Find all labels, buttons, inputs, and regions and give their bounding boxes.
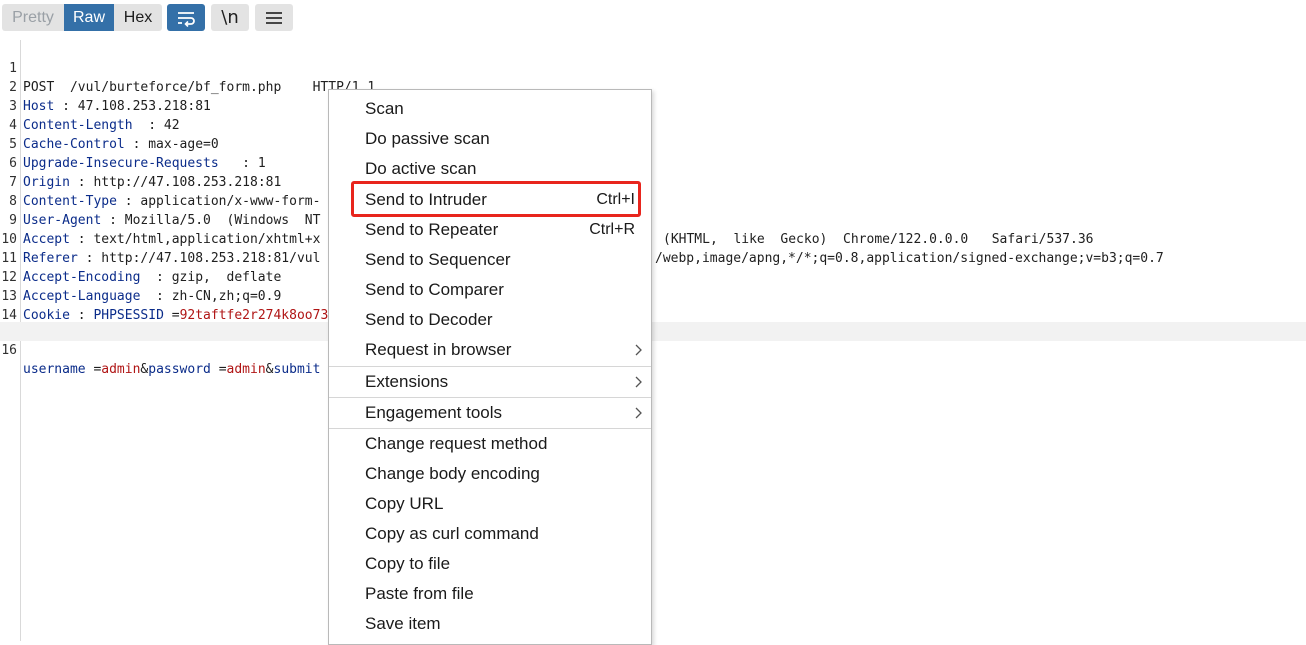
header-line-upgrade-insecure-requests: 5 Upgrade-Insecure-Requests : 1 bbox=[0, 116, 1306, 171]
body-param-name: username bbox=[23, 362, 86, 377]
menu-item-send-to-intruder[interactable]: Send to Intruder Ctrl+I bbox=[329, 185, 651, 215]
pretty-view-button[interactable]: Pretty bbox=[2, 4, 64, 31]
hex-view-button[interactable]: Hex bbox=[114, 4, 162, 31]
menu-item-label: Send to Intruder bbox=[365, 190, 487, 209]
menu-item-send-to-repeater[interactable]: Send to Repeater Ctrl+R bbox=[329, 215, 651, 245]
line-number: 16 bbox=[1, 343, 17, 358]
menu-item-label: Send to Repeater bbox=[365, 220, 499, 239]
menu-item-label: Send to Decoder bbox=[365, 310, 493, 329]
body-ampersand: & bbox=[265, 362, 274, 377]
menu-item-send-to-decoder[interactable]: Send to Decoder bbox=[329, 305, 651, 335]
header-line-host: 2 Host : 47.108.253.218:81 bbox=[0, 59, 1306, 114]
header-line-cache-control: 4 Cache-Control : max-age=0 bbox=[0, 97, 1306, 152]
hamburger-icon bbox=[266, 11, 282, 24]
menu-item-scan[interactable]: Scan bbox=[329, 94, 651, 124]
word-wrap-icon bbox=[178, 11, 195, 27]
header-line-origin: 6 Origin : http://47.108.253.218:81 bbox=[0, 135, 1306, 190]
menu-item-copy-as-curl-command[interactable]: Copy as curl command bbox=[329, 519, 651, 549]
chevron-right-icon bbox=[635, 376, 642, 388]
request-line: 1 POST /vul/burteforce/bf_form.php HTTP/… bbox=[0, 40, 1306, 95]
word-wrap-button[interactable] bbox=[167, 4, 205, 31]
body-param-name: password bbox=[148, 362, 211, 377]
menu-item-shortcut: Ctrl+R bbox=[589, 221, 635, 238]
menu-item-request-in-browser[interactable]: Request in browser bbox=[329, 335, 651, 365]
menu-item-copy-to-file[interactable]: Copy to file bbox=[329, 549, 651, 579]
menu-item-label: Change body encoding bbox=[365, 464, 540, 483]
body-param-name: submit bbox=[273, 362, 321, 377]
request-body-line: 16 username =admin&password =admin&submi… bbox=[0, 322, 1306, 377]
body-param-value: admin bbox=[226, 362, 266, 377]
chevron-right-icon bbox=[635, 407, 642, 419]
menu-item-paste-from-file[interactable]: Paste from file bbox=[329, 579, 651, 609]
header-line-content-type: 7 Content-Type : application/x-www-form- bbox=[0, 154, 1306, 209]
header-line-cookie: 13 Cookie : PHPSESSID =92taftfe2r274k8oo… bbox=[0, 268, 1306, 323]
menu-item-label: Do passive scan bbox=[365, 129, 490, 148]
view-mode-toggle: Pretty Raw Hex bbox=[2, 4, 162, 31]
header-line-accept-language: 12 Accept-Language : zh-CN,zh;q=0.9 bbox=[0, 249, 1306, 304]
menu-item-label: Send to Sequencer bbox=[365, 250, 511, 269]
header-line-user-agent: 8 User-Agent : Mozilla/5.0 (Windows NT (… bbox=[0, 173, 1306, 247]
menu-item-label: Scan bbox=[365, 99, 404, 118]
body-equals: = bbox=[210, 362, 227, 377]
header-line-referer: 10 Referer : http://47.108.253.218:81/vu… bbox=[0, 211, 1306, 266]
show-non-printable-button[interactable]: \n bbox=[211, 4, 249, 31]
menu-item-engagement-tools[interactable]: Engagement tools bbox=[329, 398, 651, 428]
menu-item-change-request-method[interactable]: Change request method bbox=[329, 429, 651, 459]
body-equals: = bbox=[85, 362, 102, 377]
menu-item-label: Copy to file bbox=[365, 554, 451, 573]
raw-view-button[interactable]: Raw bbox=[64, 4, 114, 31]
menu-item-send-to-sequencer[interactable]: Send to Sequencer bbox=[329, 245, 651, 275]
menu-item-label: Send to Comparer bbox=[365, 280, 504, 299]
menu-item-do-passive-scan[interactable]: Do passive scan bbox=[329, 124, 651, 154]
menu-item-label: Change request method bbox=[365, 434, 548, 453]
header-line-accept: 9 Accept : text/html,application/xhtml+x… bbox=[0, 192, 1306, 266]
menu-item-copy-url[interactable]: Copy URL bbox=[329, 489, 651, 519]
menu-item-extensions[interactable]: Extensions bbox=[329, 367, 651, 397]
menu-item-shortcut: Ctrl+I bbox=[596, 191, 635, 208]
newline-glyph: \n bbox=[221, 7, 239, 28]
menu-item-label: Do active scan bbox=[365, 159, 477, 178]
header-line-content-length: 3 Content-Length : 42 bbox=[0, 78, 1306, 133]
message-editor-toolbar: Pretty Raw Hex \n bbox=[0, 0, 1306, 38]
menu-item-label: Extensions bbox=[365, 372, 449, 391]
menu-item-label: Copy as curl command bbox=[365, 524, 539, 543]
body-param-value: admin bbox=[101, 362, 141, 377]
menu-item-save-item[interactable]: Save item bbox=[329, 609, 651, 639]
menu-item-change-body-encoding[interactable]: Change body encoding bbox=[329, 459, 651, 489]
chevron-right-icon bbox=[635, 344, 642, 356]
header-line-connection: 14 Connection : close bbox=[0, 287, 1306, 342]
menu-item-label: Copy URL bbox=[365, 494, 444, 513]
menu-item-label: Engagement tools bbox=[365, 403, 503, 422]
context-menu: Scan Do passive scan Do active scan Send… bbox=[328, 89, 652, 645]
editor-options-menu-button[interactable] bbox=[255, 4, 293, 31]
menu-item-label: Request in browser bbox=[365, 340, 512, 359]
menu-item-send-to-comparer[interactable]: Send to Comparer bbox=[329, 275, 651, 305]
menu-item-do-active-scan[interactable]: Do active scan bbox=[329, 154, 651, 184]
menu-item-label: Save item bbox=[365, 614, 441, 633]
header-line-accept-encoding: 11 Accept-Encoding : gzip, deflate bbox=[0, 230, 1306, 285]
request-editor[interactable]: 1 POST /vul/burteforce/bf_form.php HTTP/… bbox=[0, 40, 1306, 641]
menu-item-label: Paste from file bbox=[365, 584, 474, 603]
